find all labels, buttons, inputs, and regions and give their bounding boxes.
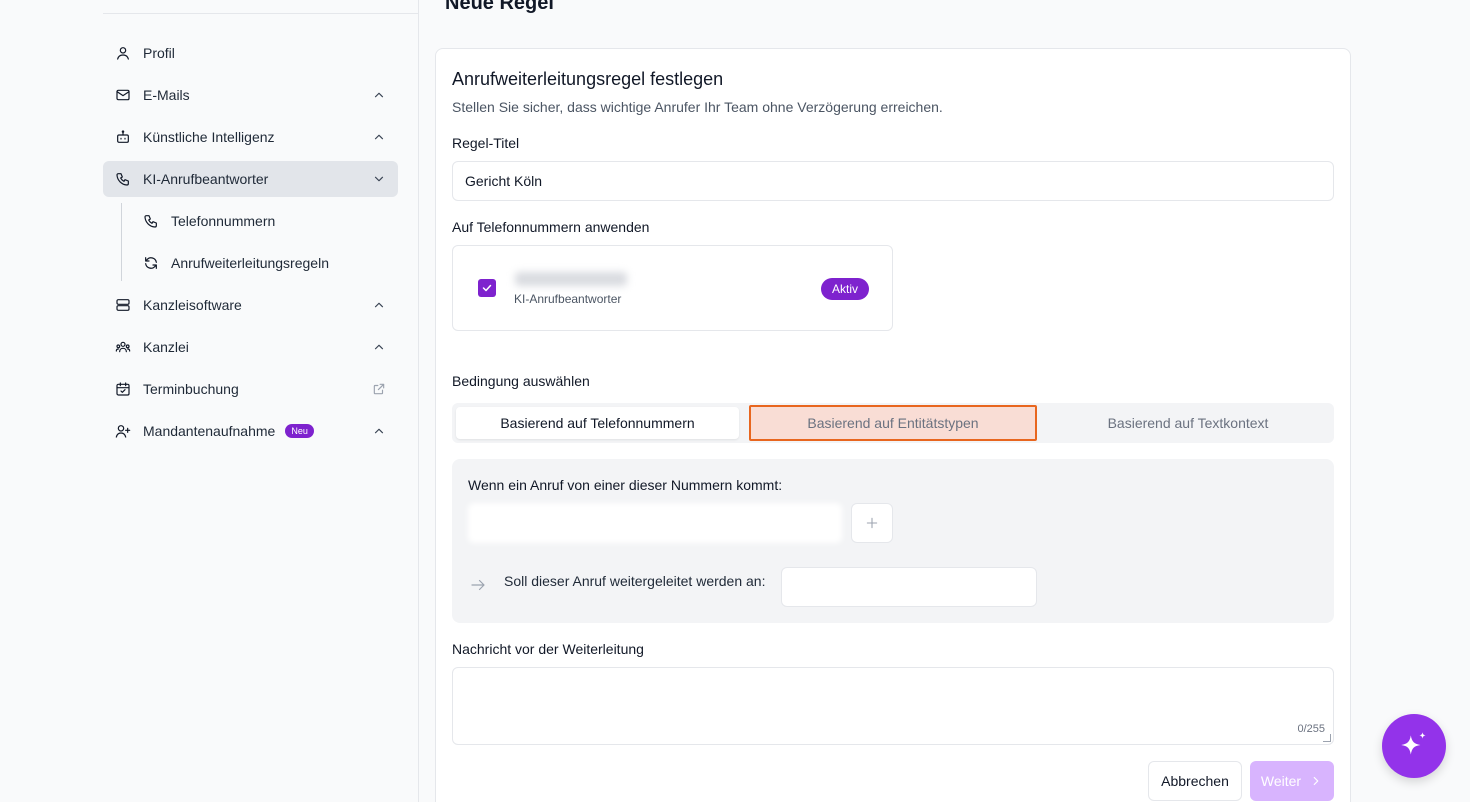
condition-box: Wenn ein Anruf von einer dieser Nummern … — [452, 459, 1334, 623]
submenu-line — [121, 203, 122, 281]
sidebar-item-label: KI-Anrufbeantworter — [143, 171, 269, 187]
sidebar-item-ki[interactable]: Künstliche Intelligenz — [103, 119, 398, 155]
message-label: Nachricht vor der Weiterleitung — [452, 641, 644, 657]
tab-phone-numbers[interactable]: Basierend auf Telefonnummern — [456, 407, 739, 439]
sparkles-icon — [1401, 732, 1426, 755]
sidebar-item-label: Kanzlei — [143, 339, 189, 355]
forward-to-input[interactable] — [781, 567, 1037, 607]
sidebar-item-label: Terminbuchung — [143, 381, 239, 397]
bot-icon — [115, 129, 131, 145]
rule-title-input[interactable]: Gericht Köln — [452, 161, 1334, 201]
chevron-down-icon — [372, 172, 386, 186]
condition-tabs: Basierend auf Telefonnummern Basierend a… — [452, 403, 1334, 443]
cancel-button[interactable]: Abbrechen — [1148, 761, 1242, 801]
card-title: Anrufweiterleitungsregel festlegen — [452, 69, 724, 89]
phone-number-redacted — [515, 272, 627, 286]
ai-assistant-button[interactable] — [1382, 714, 1446, 778]
next-label: Weiter — [1260, 773, 1302, 789]
sidebar-item-label: Telefonnummern — [171, 213, 276, 229]
sidebar-item-label: Künstliche Intelligenz — [143, 129, 275, 145]
sidebar-item-telefonnummern[interactable]: Telefonnummern — [131, 203, 398, 239]
add-number-button[interactable] — [851, 503, 893, 543]
card-subtitle: Stellen Sie sicher, dass wichtige Anrufe… — [452, 99, 943, 115]
rule-title-value: Gericht Köln — [465, 173, 543, 189]
sidebar-item-anrufweiterleitungsregeln[interactable]: Anrufweiterleitungsregeln — [131, 245, 398, 281]
chevron-up-icon — [372, 298, 386, 312]
when-call-label: Wenn ein Anruf von einer dieser Nummern … — [468, 477, 783, 493]
chevron-up-icon — [372, 340, 386, 354]
phone-checkbox[interactable] — [478, 279, 496, 297]
forward-to-label: Soll dieser Anruf weitergeleitet werden … — [504, 573, 766, 589]
tab-text-context[interactable]: Basierend auf Textkontext — [1042, 407, 1334, 439]
users-icon — [115, 339, 131, 355]
sidebar-item-label: Anrufweiterleitungsregeln — [171, 255, 329, 271]
arrow-right-icon — [469, 576, 487, 594]
tab-entity-types[interactable]: Basierend auf Entitätstypen — [749, 405, 1037, 441]
chevron-up-icon — [372, 424, 386, 438]
calendar-check-icon — [115, 381, 131, 397]
chevron-right-icon — [1313, 776, 1319, 786]
sidebar-item-kanzleisoftware[interactable]: Kanzleisoftware — [103, 287, 398, 323]
sidebar-item-label: Kanzleisoftware — [143, 297, 242, 313]
sidebar-item-ki-anrufbeantworter[interactable]: KI-Anrufbeantworter — [103, 161, 398, 197]
plus-icon — [866, 517, 878, 529]
cancel-label: Abbrechen — [1161, 773, 1229, 789]
sidebar-item-kanzlei[interactable]: Kanzlei — [103, 329, 398, 365]
check-icon — [482, 284, 492, 292]
external-link-icon — [372, 382, 386, 396]
user-icon — [115, 45, 131, 61]
sidebar-item-emails[interactable]: E-Mails — [103, 77, 398, 113]
sidebar-item-label: E-Mails — [143, 87, 190, 103]
chevron-up-icon — [372, 88, 386, 102]
phone-number-card[interactable]: KI-Anrufbeantworter Aktiv — [452, 245, 893, 331]
resize-handle[interactable] — [1323, 734, 1331, 742]
new-badge: Neu — [285, 424, 314, 438]
sidebar-item-mandantenaufnahme[interactable]: Mandantenaufnahme Neu — [103, 413, 398, 449]
chevron-up-icon — [372, 130, 386, 144]
sidebar-item-profil[interactable]: Profil — [103, 35, 398, 71]
next-button[interactable]: Weiter — [1250, 761, 1334, 801]
refresh-icon — [143, 255, 159, 271]
server-icon — [115, 297, 131, 313]
sidebar-item-label: Profil — [143, 45, 175, 61]
message-textarea[interactable]: 0/255 — [452, 667, 1334, 745]
apply-phones-label: Auf Telefonnummern anwenden — [452, 219, 650, 235]
caller-number-input[interactable] — [468, 503, 842, 543]
page-title: Neue Regel — [445, 0, 554, 14]
sidebar-item-label: Mandantenaufnahme — [143, 423, 276, 439]
mail-icon — [115, 87, 131, 103]
rule-title-label: Regel-Titel — [452, 135, 520, 151]
phone-icon — [143, 213, 159, 229]
divider — [103, 13, 418, 14]
status-badge: Aktiv — [821, 278, 870, 300]
phone-subtitle: KI-Anrufbeantworter — [514, 292, 622, 306]
user-plus-icon — [115, 423, 131, 439]
condition-label: Bedingung auswählen — [452, 373, 590, 389]
phone-icon — [115, 171, 131, 187]
sidebar-item-terminbuchung[interactable]: Terminbuchung — [103, 371, 398, 407]
character-counter: 0/255 — [1297, 723, 1325, 735]
sidebar: Profil E-Mails Künstliche Intelligenz KI… — [0, 0, 419, 802]
